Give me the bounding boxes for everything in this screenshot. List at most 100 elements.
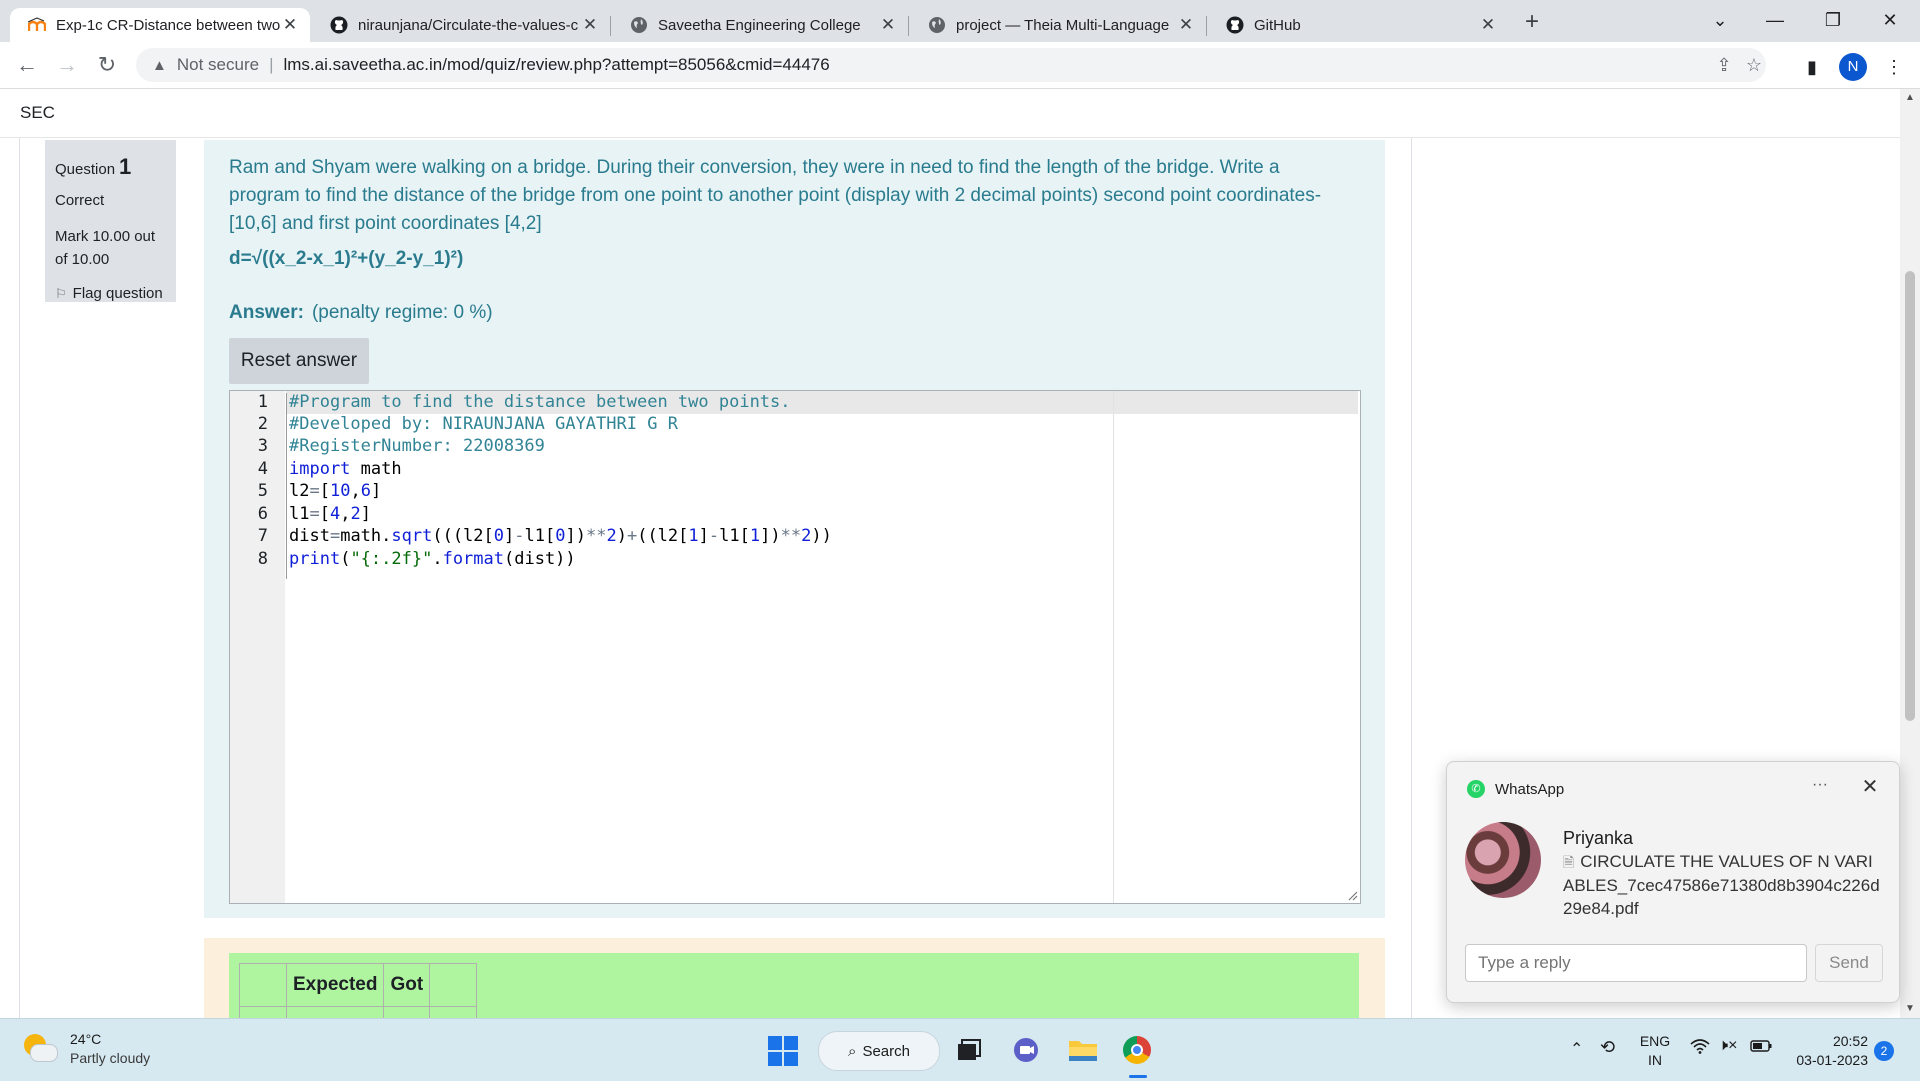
reset-answer-button[interactable]: Reset answer bbox=[229, 338, 369, 384]
whatsapp-notification[interactable]: ✆ WhatsApp ··· ✕ Priyanka 🗎 CIRCULATE THE… bbox=[1446, 761, 1900, 1003]
restore-icon[interactable]: ❐ bbox=[1805, 0, 1861, 40]
notification-app: ✆ WhatsApp bbox=[1467, 780, 1564, 798]
page-scrollbar[interactable]: ▲ ▼ bbox=[1900, 89, 1920, 1018]
wifi-icon[interactable] bbox=[1690, 1038, 1710, 1057]
lang-code: ENG bbox=[1639, 1033, 1671, 1049]
tab-title: project — Theia Multi-Language bbox=[956, 16, 1170, 34]
line-number: 8 bbox=[257, 549, 268, 569]
tab-title: niraunjana/Circulate-the-values-c bbox=[358, 16, 579, 34]
question-formulation: Ram and Shyam were walking on a bridge. … bbox=[204, 140, 1385, 918]
question-mark: Mark 10.00 out of 10.00 bbox=[55, 225, 166, 271]
code-line: import math bbox=[289, 459, 402, 479]
reply-input[interactable] bbox=[1465, 944, 1807, 982]
code-line: print("{:.2f}".format(dist)) bbox=[289, 549, 576, 569]
moodle-icon bbox=[28, 16, 46, 34]
flag-icon: ⚐ bbox=[55, 285, 67, 301]
weather-widget[interactable]: 24°C Partly cloudy bbox=[22, 1031, 150, 1066]
tab-exp-1c[interactable]: Exp-1c CR-Distance between two ✕ bbox=[10, 8, 310, 42]
tab-github[interactable]: GitHub ✕ bbox=[1208, 8, 1508, 42]
file-explorer-icon[interactable] bbox=[1066, 1033, 1100, 1067]
volume-muted-icon[interactable]: 🕨× bbox=[1718, 1037, 1737, 1055]
line-number: 6 bbox=[257, 504, 268, 524]
tab-github-circulate[interactable]: niraunjana/Circulate-the-values-c ✕ bbox=[312, 8, 610, 42]
question-number: Question 1 bbox=[55, 154, 166, 180]
tab-title: Exp-1c CR-Distance between two bbox=[56, 16, 280, 34]
close-tab-icon[interactable]: ✕ bbox=[280, 15, 300, 35]
close-icon[interactable]: ✕ bbox=[1857, 774, 1883, 799]
scroll-up-arrow-icon[interactable]: ▲ bbox=[1900, 89, 1920, 107]
task-view-icon[interactable] bbox=[952, 1033, 986, 1067]
new-tab-plus-icon[interactable]: + bbox=[1518, 8, 1546, 36]
globe-icon bbox=[928, 16, 946, 34]
search-label: Search bbox=[862, 1042, 910, 1060]
question-number-value: 1 bbox=[119, 154, 132, 179]
active-app-indicator bbox=[1129, 1075, 1147, 1078]
tab-search-chevron-icon[interactable]: ⌄ bbox=[1692, 0, 1748, 40]
more-options-icon[interactable]: ··· bbox=[1807, 776, 1833, 794]
search-icon: ⌕ bbox=[848, 1042, 857, 1060]
tab-title: GitHub bbox=[1254, 16, 1301, 34]
site-header: SEC bbox=[0, 89, 1900, 138]
send-button[interactable]: Send bbox=[1815, 944, 1883, 982]
menu-kebab-icon[interactable]: ⋮ bbox=[1882, 55, 1906, 79]
whatsapp-icon: ✆ bbox=[1467, 780, 1485, 798]
close-tab-icon[interactable]: ✕ bbox=[580, 15, 600, 35]
tab-divider bbox=[610, 16, 611, 36]
sync-icon[interactable]: ⟲ bbox=[1600, 1037, 1615, 1058]
line-number: 5 bbox=[257, 481, 268, 501]
close-tab-icon[interactable]: ✕ bbox=[1478, 15, 1498, 35]
tab-theia-project[interactable]: project — Theia Multi-Language ✕ bbox=[910, 8, 1206, 42]
region-code: IN bbox=[1648, 1052, 1662, 1068]
code-editor[interactable]: 1 2 3 4 5 6 7 8 #Program to find the dis… bbox=[229, 390, 1361, 904]
chrome-icon[interactable] bbox=[1120, 1033, 1154, 1067]
table-cell bbox=[239, 963, 287, 1007]
results-box: Expected Got bbox=[229, 953, 1359, 1050]
address-bar[interactable]: ▲ Not secure | lms.ai.saveetha.ac.in/mod… bbox=[136, 48, 1766, 82]
tab-saveetha[interactable]: Saveetha Engineering College ✕ bbox=[612, 8, 908, 42]
side-panel-icon[interactable]: ▮ bbox=[1800, 55, 1824, 79]
tab-divider bbox=[1206, 16, 1207, 36]
language-indicator[interactable]: ENG IN bbox=[1638, 1033, 1672, 1068]
minimize-icon[interactable]: — bbox=[1747, 0, 1803, 40]
github-icon bbox=[330, 16, 348, 34]
scroll-down-arrow-icon[interactable]: ▼ bbox=[1900, 1000, 1920, 1018]
weather-condition: Partly cloudy bbox=[70, 1050, 151, 1066]
code-line: #RegisterNumber: 22008369 bbox=[289, 436, 545, 456]
time: 20:52 bbox=[1832, 1033, 1868, 1049]
document-icon: 🗎 bbox=[1563, 854, 1575, 870]
profile-avatar[interactable]: N bbox=[1839, 53, 1867, 81]
forward-arrow-icon[interactable]: → bbox=[52, 50, 82, 80]
table-cell bbox=[429, 963, 478, 1007]
code-line: l1=[4,2] bbox=[289, 504, 371, 524]
taskbar-search[interactable]: ⌕ Search bbox=[818, 1031, 940, 1071]
clock[interactable]: 20:52 03-01-2023 bbox=[1788, 1033, 1868, 1068]
question-state: Correct bbox=[55, 192, 105, 209]
bookmark-star-icon[interactable]: ☆ bbox=[1742, 53, 1766, 77]
expected-header: Expected bbox=[285, 963, 385, 1007]
battery-icon[interactable] bbox=[1750, 1039, 1772, 1055]
mark-line-1: Mark 10.00 out bbox=[55, 228, 156, 245]
security-label: Not secure bbox=[176, 55, 260, 74]
show-hidden-icons-chevron-icon[interactable]: ⌃ bbox=[1570, 1039, 1583, 1059]
github-icon bbox=[1226, 16, 1244, 34]
warning-triangle-icon: ▲ bbox=[152, 56, 167, 74]
url-text: lms.ai.saveetha.ac.in/mod/quiz/review.ph… bbox=[283, 55, 830, 74]
flag-question-link[interactable]: ⚐ Flag question bbox=[55, 285, 166, 302]
line-number: 7 bbox=[257, 526, 268, 546]
gutter-divider bbox=[286, 393, 287, 579]
site-brand[interactable]: SEC bbox=[20, 103, 55, 123]
teams-chat-icon[interactable] bbox=[1010, 1033, 1044, 1067]
close-tab-icon[interactable]: ✕ bbox=[878, 15, 898, 35]
windows-start-icon[interactable] bbox=[768, 1036, 798, 1066]
close-tab-icon[interactable]: ✕ bbox=[1176, 15, 1196, 35]
resize-handle-icon[interactable] bbox=[1346, 889, 1358, 901]
sender-name: Priyanka bbox=[1563, 828, 1634, 848]
notification-message: 🗎 CIRCULATE THE VALUES OF N VARIABLES_7ce… bbox=[1563, 850, 1883, 920]
notification-count-badge[interactable]: 2 bbox=[1874, 1041, 1894, 1061]
reload-icon[interactable]: ↻ bbox=[92, 50, 122, 80]
scrollbar-thumb[interactable] bbox=[1905, 271, 1915, 721]
close-window-icon[interactable]: ✕ bbox=[1862, 0, 1918, 40]
share-icon[interactable]: ⇪ bbox=[1712, 53, 1736, 77]
back-arrow-icon[interactable]: ← bbox=[12, 50, 42, 80]
partly-cloudy-icon bbox=[22, 1032, 58, 1066]
